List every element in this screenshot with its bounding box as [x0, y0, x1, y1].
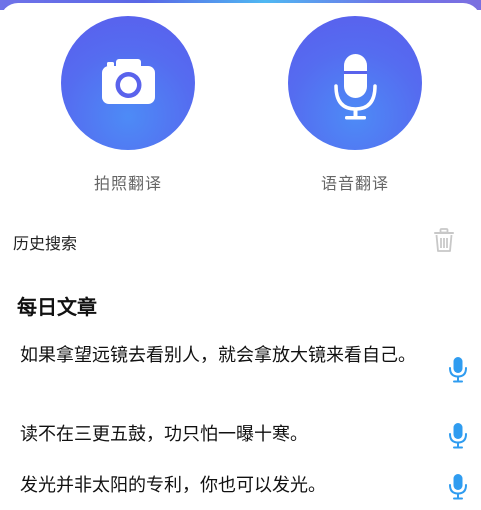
daily-article-text: 如果拿望远镜去看别人，就会拿放大镜来看自己。: [20, 345, 416, 366]
voice-translate-label: 语音翻译: [320, 174, 389, 193]
daily-article-item[interactable]: 发光并非太阳的专利，你也可以发光。: [0, 473, 481, 503]
camera-icon: [102, 59, 155, 104]
microphone-icon: [334, 54, 377, 120]
clear-history-button[interactable]: [430, 226, 458, 254]
daily-article-title: 每日文章: [17, 295, 97, 319]
photo-translate-button[interactable]: 拍照翻译: [36, 3, 216, 203]
voice-translate-circle: [288, 16, 422, 150]
history-search-row: 历史搜索: [0, 221, 481, 257]
read-aloud-button[interactable]: [443, 421, 473, 451]
photo-translate-label: 拍照翻译: [93, 174, 162, 193]
voice-translate-button[interactable]: 语音翻译: [263, 3, 443, 203]
daily-article-text: 发光并非太阳的专利，你也可以发光。: [20, 475, 326, 496]
microphone-icon: [449, 423, 467, 449]
photo-translate-circle: [61, 16, 195, 150]
history-search-title: 历史搜索: [13, 234, 78, 253]
microphone-icon: [449, 357, 467, 383]
translation-panel: 拍照翻译 语音翻译 历史搜索 每日文章 如果拿望远镜去看别人，就会拿放大镜来看自…: [0, 3, 481, 510]
read-aloud-button[interactable]: [443, 472, 473, 502]
read-aloud-button[interactable]: [443, 355, 473, 385]
daily-article-item[interactable]: 读不在三更五鼓，功只怕一曝十寒。: [0, 422, 481, 452]
daily-article-item[interactable]: 如果拿望远镜去看别人，就会拿放大镜来看自己。: [0, 343, 481, 399]
trash-icon: [434, 228, 454, 252]
daily-article-text: 读不在三更五鼓，功只怕一曝十寒。: [20, 424, 308, 445]
microphone-icon: [449, 474, 467, 500]
